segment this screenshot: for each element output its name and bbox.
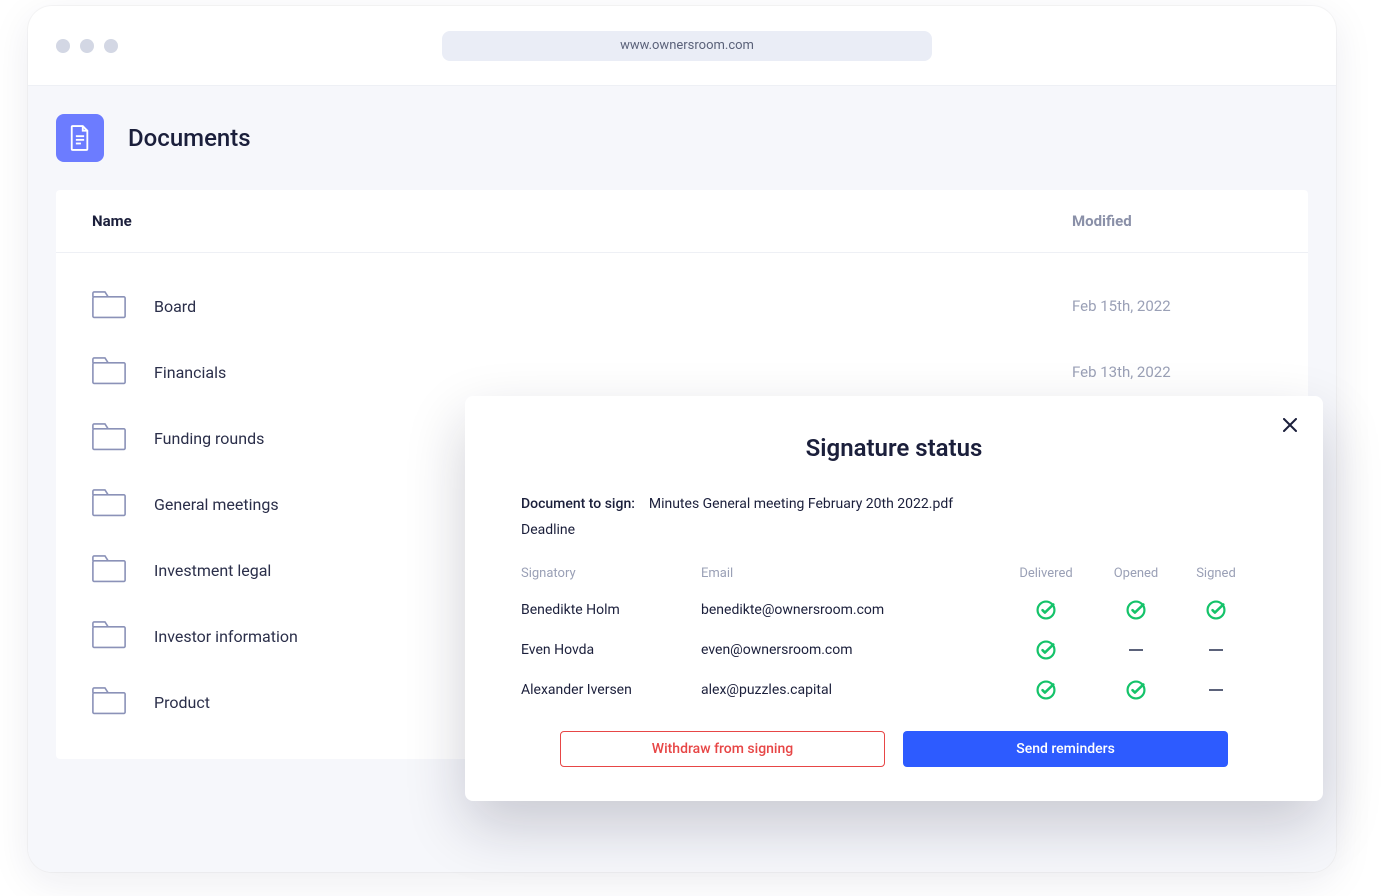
deadline-label: Deadline <box>521 522 1267 538</box>
traffic-light-zoom[interactable] <box>104 39 118 53</box>
delivered-cell <box>1001 639 1091 661</box>
url-bar[interactable]: www.ownersroom.com <box>442 31 932 61</box>
column-modified-header: Modified <box>1072 212 1272 230</box>
folder-modified: Feb 15th, 2022 <box>1072 297 1272 315</box>
opened-cell <box>1091 649 1181 651</box>
signed-header: Signed <box>1181 566 1251 581</box>
signed-check-icon <box>1205 599 1227 621</box>
page-title: Documents <box>128 124 251 152</box>
opened-cell <box>1091 679 1181 701</box>
traffic-lights <box>56 39 118 53</box>
modal-actions: Withdraw from signing Send reminders <box>521 731 1267 767</box>
folder-icon <box>92 355 126 389</box>
traffic-light-minimize[interactable] <box>80 39 94 53</box>
folder-icon <box>92 289 126 323</box>
signature-row: Even Hovda even@ownersroom.com <box>521 639 1267 661</box>
opened-check-icon <box>1125 599 1147 621</box>
folder-modified: Feb 13th, 2022 <box>1072 363 1272 381</box>
signed-cell <box>1181 689 1251 691</box>
signed-cell <box>1181 599 1251 621</box>
modal-title: Signature status <box>521 434 1267 462</box>
folder-name: Board <box>154 297 1044 316</box>
opened-dash-icon <box>1129 649 1143 651</box>
send-reminders-button[interactable]: Send reminders <box>903 731 1228 767</box>
delivered-cell <box>1001 599 1091 621</box>
signature-table-rows: Benedikte Holm benedikte@ownersroom.com … <box>521 599 1267 701</box>
documents-icon <box>56 114 104 162</box>
delivered-check-icon <box>1035 599 1057 621</box>
table-row[interactable]: Board Feb 15th, 2022 <box>56 273 1308 339</box>
signature-table-header: Signatory Email Delivered Opened Signed <box>521 566 1267 581</box>
signed-dash-icon <box>1209 689 1223 691</box>
signatory-email: alex@puzzles.capital <box>701 682 1001 698</box>
folder-icon <box>92 685 126 719</box>
withdraw-button[interactable]: Withdraw from signing <box>560 731 885 767</box>
folder-icon <box>92 619 126 653</box>
delivered-cell <box>1001 679 1091 701</box>
delivered-header: Delivered <box>1001 566 1091 581</box>
signatory-name: Benedikte Holm <box>521 602 701 618</box>
signed-cell <box>1181 649 1251 651</box>
delivered-check-icon <box>1035 679 1057 701</box>
opened-header: Opened <box>1091 566 1181 581</box>
close-icon[interactable] <box>1279 414 1301 436</box>
signatory-name: Even Hovda <box>521 642 701 658</box>
signature-row: Benedikte Holm benedikte@ownersroom.com <box>521 599 1267 621</box>
folder-icon <box>92 421 126 455</box>
signature-row: Alexander Iversen alex@puzzles.capital <box>521 679 1267 701</box>
signed-dash-icon <box>1209 649 1223 651</box>
folder-icon <box>92 487 126 521</box>
folder-name: Financials <box>154 363 1044 382</box>
column-name-header: Name <box>92 212 1072 230</box>
signatory-name: Alexander Iversen <box>521 682 701 698</box>
traffic-light-close[interactable] <box>56 39 70 53</box>
opened-check-icon <box>1125 679 1147 701</box>
url-text: www.ownersroom.com <box>620 38 754 53</box>
delivered-check-icon <box>1035 639 1057 661</box>
signatory-email: even@ownersroom.com <box>701 642 1001 658</box>
signature-status-modal: Signature status Document to sign: Minut… <box>465 396 1323 801</box>
signatory-email: benedikte@ownersroom.com <box>701 602 1001 618</box>
document-label: Document to sign: <box>521 496 635 512</box>
opened-cell <box>1091 599 1181 621</box>
browser-title-bar: www.ownersroom.com <box>28 6 1336 86</box>
page-header: Documents <box>28 114 1336 190</box>
folder-icon <box>92 553 126 587</box>
email-header: Email <box>701 566 1001 581</box>
document-to-sign-line: Document to sign: Minutes General meetin… <box>521 496 1267 512</box>
signatory-header: Signatory <box>521 566 701 581</box>
table-header: Name Modified <box>56 190 1308 253</box>
document-name: Minutes General meeting February 20th 20… <box>649 496 953 512</box>
